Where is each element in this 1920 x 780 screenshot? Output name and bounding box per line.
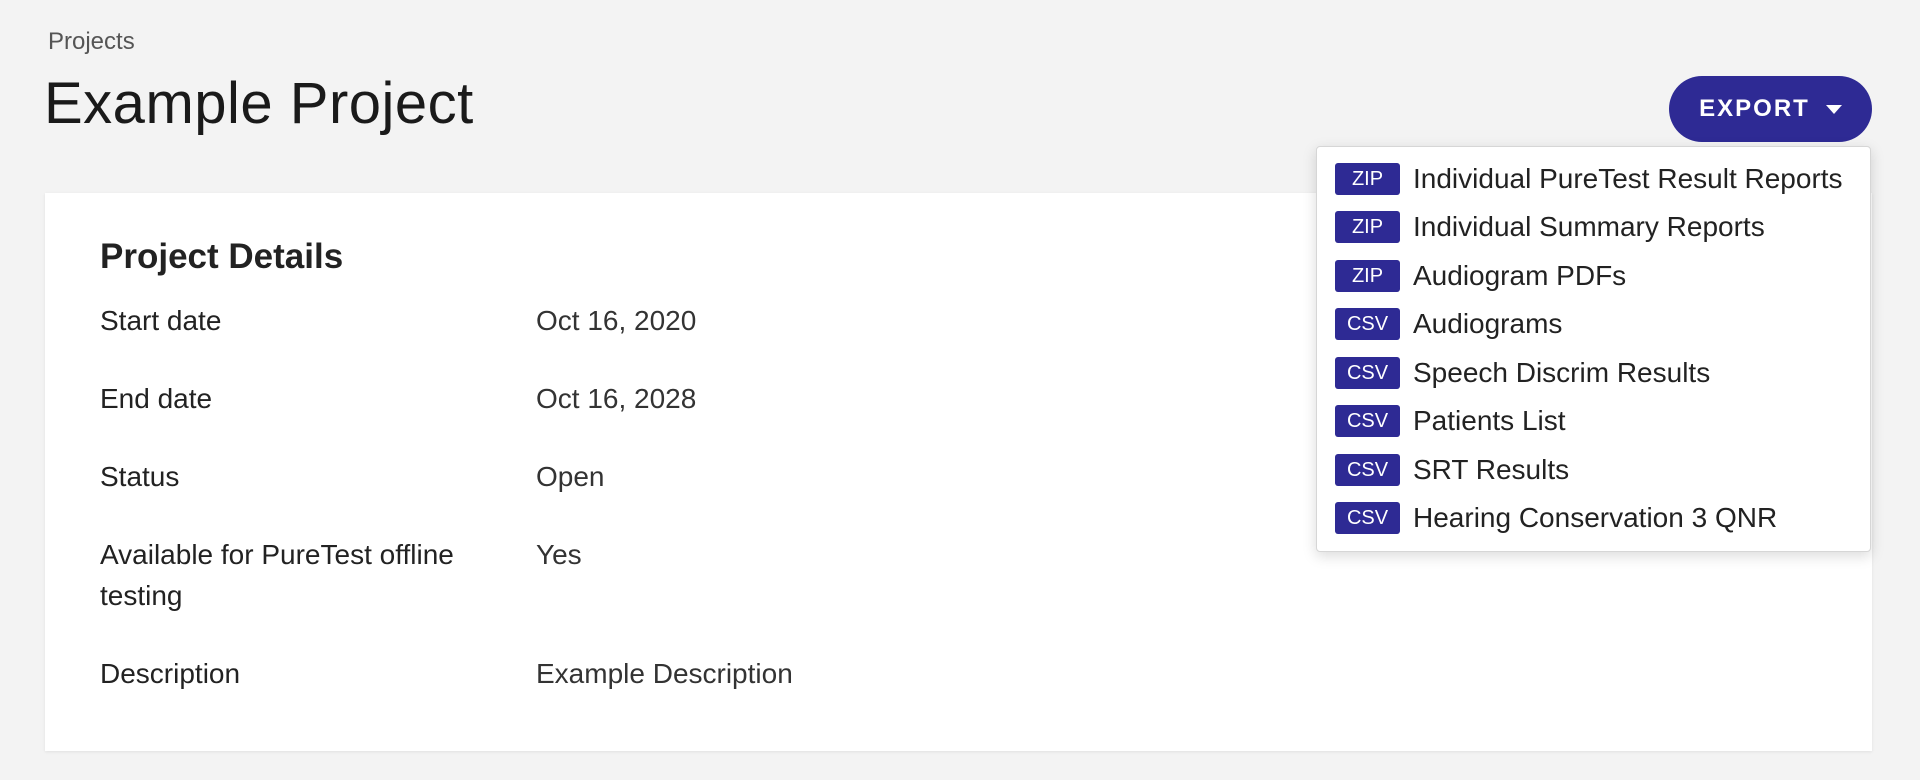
caret-down-icon [1825, 104, 1842, 114]
export-button-label: EXPORT [1699, 95, 1810, 122]
detail-label: End date [100, 383, 213, 414]
menu-item-hearing-conservation-qnr[interactable]: CSV Hearing Conservation 3 QNR [1335, 498, 1855, 538]
menu-item-speech-discrim-results[interactable]: CSV Speech Discrim Results [1335, 353, 1855, 393]
csv-badge: CSV [1335, 454, 1400, 486]
detail-value: Open [536, 461, 605, 492]
menu-item-label: Patients List [1413, 405, 1566, 436]
breadcrumb[interactable]: Projects [48, 28, 135, 56]
csv-badge: CSV [1335, 502, 1400, 534]
menu-item-srt-results[interactable]: CSV SRT Results [1335, 450, 1855, 490]
detail-value: Example Description [536, 658, 793, 689]
detail-label: Status [100, 461, 180, 492]
detail-value: Yes [536, 539, 582, 570]
menu-item-label: Audiograms [1413, 308, 1563, 339]
detail-value: Oct 16, 2020 [536, 305, 697, 336]
menu-item-label: SRT Results [1413, 454, 1570, 485]
page-title: Example Project [44, 71, 474, 136]
menu-item-audiogram-pdfs[interactable]: ZIP Audiogram PDFs [1335, 256, 1855, 296]
detail-label: Start date [100, 305, 222, 336]
menu-item-puretest-result-reports[interactable]: ZIP Individual PureTest Result Reports [1335, 159, 1855, 199]
menu-item-summary-reports[interactable]: ZIP Individual Summary Reports [1335, 207, 1855, 247]
csv-badge: CSV [1335, 357, 1400, 389]
zip-badge: ZIP [1335, 260, 1400, 292]
menu-item-label: Individual Summary Reports [1413, 211, 1765, 242]
zip-badge: ZIP [1335, 211, 1400, 243]
card-title: Project Details [100, 237, 344, 276]
export-dropdown-menu: ZIP Individual PureTest Result Reports Z… [1316, 146, 1871, 552]
detail-label: Description [100, 658, 241, 689]
csv-badge: CSV [1335, 405, 1400, 437]
detail-label: Available for PureTest offline testing [100, 539, 454, 611]
detail-value: Oct 16, 2028 [536, 383, 697, 414]
menu-item-audiograms[interactable]: CSV Audiograms [1335, 304, 1855, 344]
csv-badge: CSV [1335, 308, 1400, 340]
menu-item-label: Audiogram PDFs [1413, 260, 1627, 291]
menu-item-label: Speech Discrim Results [1413, 357, 1711, 388]
export-button[interactable]: EXPORT [1669, 76, 1872, 142]
menu-item-label: Individual PureTest Result Reports [1413, 163, 1843, 194]
zip-badge: ZIP [1335, 163, 1400, 195]
menu-item-label: Hearing Conservation 3 QNR [1413, 502, 1778, 533]
menu-item-patients-list[interactable]: CSV Patients List [1335, 401, 1855, 441]
